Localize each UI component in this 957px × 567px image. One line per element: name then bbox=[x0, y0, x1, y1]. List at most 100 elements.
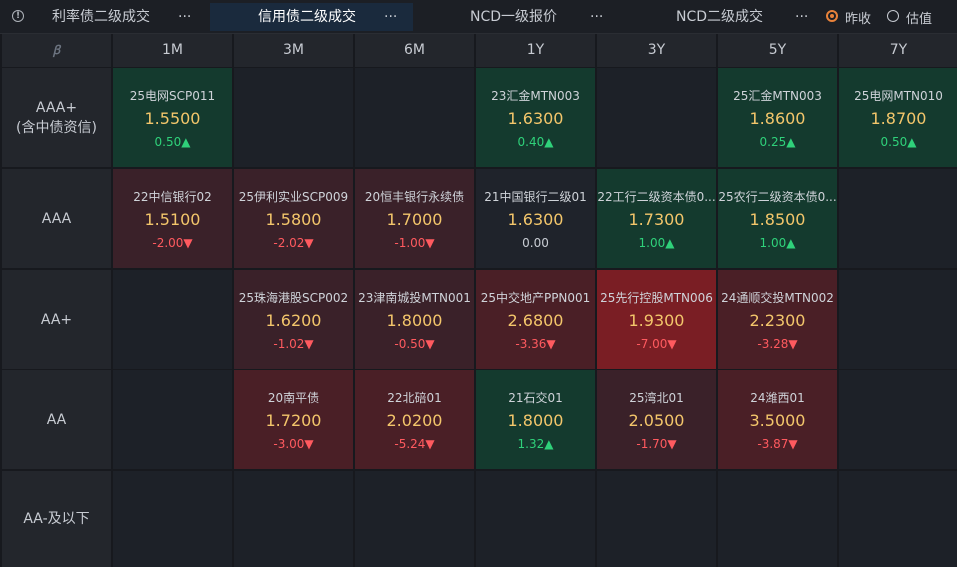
bond-cell[interactable]: 23津南城投MTN001 1.8000 -0.50▼ bbox=[355, 270, 474, 369]
bond-name: 21中国银行二级01 bbox=[484, 190, 587, 204]
yield-change: -1.00▼ bbox=[394, 236, 435, 250]
more-icon[interactable]: ··· bbox=[384, 3, 397, 31]
bond-yield: 1.5800 bbox=[265, 210, 322, 229]
bond-name: 22中信银行02 bbox=[133, 190, 212, 204]
tab-ncd-primary-quotes[interactable]: NCD一级报价 ··· bbox=[418, 3, 618, 31]
yield-change: -3.28▼ bbox=[757, 337, 798, 351]
matrix-cell-empty bbox=[476, 471, 595, 567]
bond-cell[interactable]: 20南平债 1.7200 -3.00▼ bbox=[234, 370, 353, 469]
more-icon[interactable]: ··· bbox=[590, 3, 603, 31]
bond-cell[interactable]: 25汇金MTN003 1.8600 0.25▲ bbox=[718, 68, 837, 167]
tab-label: NCD二级成交 bbox=[676, 9, 764, 25]
corner-header: ꞵ bbox=[2, 34, 111, 67]
bond-name: 24潍西01 bbox=[750, 391, 805, 405]
bond-name: 21石交01 bbox=[508, 391, 563, 405]
bond-yield: 1.7200 bbox=[265, 411, 322, 430]
tab-rate-bond-trades[interactable]: 利率债二级成交 ··· bbox=[36, 3, 206, 31]
bond-cell[interactable]: 22北碚01 2.0200 -5.24▼ bbox=[355, 370, 474, 469]
bond-name: 25电网SCP011 bbox=[129, 89, 216, 103]
yield-change: -3.00▼ bbox=[273, 437, 314, 451]
bond-cell[interactable]: 21中国银行二级01 1.6300 0.00 bbox=[476, 169, 595, 268]
price-mode-radio-group: 昨收 估值 bbox=[826, 0, 946, 33]
credit-bond-matrix: ꞵ 1M 3M 6M 1Y 3Y 5Y 7Y AAA+ (含中债资信) 25电网SCP011 1.5… bbox=[0, 34, 957, 567]
bond-cell[interactable]: 20恒丰银行永续债 1.7000 -1.00▼ bbox=[355, 169, 474, 268]
yield-change: 1.00▲ bbox=[759, 236, 796, 250]
top-tab-bar: ! 利率债二级成交 ··· 信用债二级成交 ··· NCD一级报价 ··· NC… bbox=[0, 0, 957, 34]
row-header: AAA bbox=[2, 169, 111, 268]
yield-change: -5.24▼ bbox=[394, 437, 435, 451]
row-rating-label: AA-及以下 bbox=[23, 511, 90, 527]
matrix-cell-empty bbox=[839, 370, 957, 469]
column-header: 5Y bbox=[718, 34, 837, 67]
column-header: 1Y bbox=[476, 34, 595, 67]
bond-cell[interactable]: 25电网MTN010 1.8700 0.50▲ bbox=[839, 68, 957, 167]
bond-name: 25湾北01 bbox=[629, 391, 684, 405]
bond-cell[interactable]: 21石交01 1.8000 1.32▲ bbox=[476, 370, 595, 469]
bond-cell[interactable]: 25农行二级资本债0... 1.8500 1.00▲ bbox=[718, 169, 837, 268]
yield-change: 0.25▲ bbox=[759, 135, 796, 149]
bond-name: 20南平债 bbox=[267, 391, 320, 405]
radio-valuation[interactable] bbox=[887, 10, 899, 22]
bond-yield: 1.7300 bbox=[628, 210, 685, 229]
bond-name: 20恒丰银行永续债 bbox=[364, 190, 465, 204]
row-rating-label: AAA+ bbox=[35, 99, 78, 116]
tab-label: 利率债二级成交 bbox=[52, 9, 150, 25]
bond-yield: 1.8500 bbox=[749, 210, 806, 229]
bond-yield: 2.0200 bbox=[386, 411, 443, 430]
column-header: 1M bbox=[113, 34, 232, 67]
column-header: 7Y bbox=[839, 34, 957, 67]
matrix-cell-empty bbox=[234, 471, 353, 567]
bond-name: 22北碚01 bbox=[387, 391, 442, 405]
row-rating-label: AA+ bbox=[40, 311, 73, 328]
bond-cell[interactable]: 22工行二级资本债0... 1.7300 1.00▲ bbox=[597, 169, 716, 268]
bond-name: 23汇金MTN003 bbox=[491, 89, 580, 103]
column-header: 3Y bbox=[597, 34, 716, 67]
radio-valuation-label[interactable]: 估值 bbox=[906, 8, 932, 27]
bond-cell[interactable]: 25伊利实业SCP009 1.5800 -2.02▼ bbox=[234, 169, 353, 268]
info-circle-icon[interactable]: ! bbox=[12, 10, 24, 22]
matrix-cell-empty bbox=[718, 471, 837, 567]
bond-yield: 2.2300 bbox=[749, 311, 806, 330]
more-icon[interactable]: ··· bbox=[178, 3, 191, 31]
more-icon[interactable]: ··· bbox=[795, 3, 808, 31]
bond-yield: 1.8600 bbox=[749, 109, 806, 128]
row-rating-sublabel: (含中债资信) bbox=[16, 119, 97, 136]
row-header: AA-及以下 bbox=[2, 471, 111, 567]
bond-cell[interactable]: 24通顺交投MTN002 2.2300 -3.28▼ bbox=[718, 270, 837, 369]
row-header: AA bbox=[2, 370, 111, 469]
bond-cell[interactable]: 25先行控股MTN006 1.9300 -7.00▼ bbox=[597, 270, 716, 369]
bond-yield: 1.8000 bbox=[507, 411, 564, 430]
bond-yield: 1.6200 bbox=[265, 311, 322, 330]
tab-label: NCD一级报价 bbox=[470, 9, 558, 25]
bond-cell[interactable]: 25湾北01 2.0500 -1.70▼ bbox=[597, 370, 716, 469]
matrix-cell-empty bbox=[355, 471, 474, 567]
yield-change: 0.50▲ bbox=[154, 135, 191, 149]
radio-prev-close[interactable] bbox=[826, 10, 838, 22]
bond-name: 25农行二级资本债0... bbox=[718, 190, 837, 204]
yield-change: -7.00▼ bbox=[636, 337, 677, 351]
yield-change: -1.70▼ bbox=[636, 437, 677, 451]
yield-change: 1.00▲ bbox=[638, 236, 675, 250]
matrix-cell-empty bbox=[113, 370, 232, 469]
radio-prev-close-label[interactable]: 昨收 bbox=[845, 8, 871, 27]
matrix-cell-empty bbox=[355, 68, 474, 167]
yield-change: -3.36▼ bbox=[515, 337, 556, 351]
bond-yield: 1.7000 bbox=[386, 210, 443, 229]
tab-credit-bond-trades[interactable]: 信用债二级成交 ··· bbox=[210, 3, 413, 31]
yield-change: -2.02▼ bbox=[273, 236, 314, 250]
bond-yield: 2.0500 bbox=[628, 411, 685, 430]
bond-name: 24通顺交投MTN002 bbox=[721, 291, 834, 305]
bond-cell[interactable]: 24潍西01 3.5000 -3.87▼ bbox=[718, 370, 837, 469]
bond-cell[interactable]: 23汇金MTN003 1.6300 0.40▲ bbox=[476, 68, 595, 167]
logo-icon: ꞵ bbox=[52, 43, 61, 57]
bond-cell[interactable]: 22中信银行02 1.5100 -2.00▼ bbox=[113, 169, 232, 268]
bond-cell[interactable]: 25珠海港股SCP002 1.6200 -1.02▼ bbox=[234, 270, 353, 369]
matrix-cell-empty bbox=[113, 471, 232, 567]
matrix-cell-empty bbox=[234, 68, 353, 167]
tab-ncd-secondary-trades[interactable]: NCD二级成交 ··· bbox=[622, 3, 818, 31]
bond-cell[interactable]: 25电网SCP011 1.5500 0.50▲ bbox=[113, 68, 232, 167]
yield-change: -3.87▼ bbox=[757, 437, 798, 451]
matrix-cell-empty bbox=[597, 471, 716, 567]
bond-yield: 1.9300 bbox=[628, 311, 685, 330]
bond-cell[interactable]: 25中交地产PPN001 2.6800 -3.36▼ bbox=[476, 270, 595, 369]
